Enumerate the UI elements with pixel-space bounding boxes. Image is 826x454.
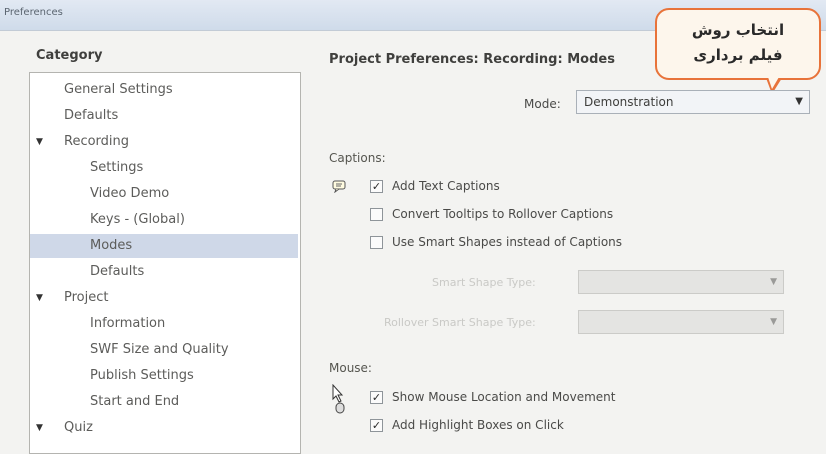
tree-item-label: Project: [64, 290, 109, 305]
show-mouse-location-label: Show Mouse Location and Movement: [392, 390, 616, 404]
tree-item[interactable]: Defaults: [30, 104, 298, 128]
tree-item[interactable]: Publish Settings: [30, 364, 298, 388]
tree-item-label: Start and End: [90, 394, 180, 409]
tree-item-label: Keys - (Global): [90, 212, 185, 227]
tree-item[interactable]: Defaults: [30, 260, 298, 284]
tree-expand-arrow-icon[interactable]: ▼: [36, 286, 43, 310]
tree-item-label: Modes: [90, 238, 133, 253]
category-tree[interactable]: General Settings Defaults ▼ Recording Settin…: [29, 72, 301, 454]
chevron-down-icon: ▼: [795, 96, 803, 107]
mouse-icon: [332, 384, 345, 414]
add-text-captions-label: Add Text Captions: [392, 179, 500, 193]
use-smart-shapes-label: Use Smart Shapes instead of Captions: [392, 235, 623, 249]
caption-icon: [332, 180, 346, 193]
tree-item[interactable]: ▼ Quiz: [30, 416, 298, 440]
tree-item[interactable]: ▼ Project: [30, 286, 298, 310]
tree-item-label: Defaults: [64, 108, 119, 123]
chevron-down-icon: ▼: [770, 277, 777, 287]
tree-item[interactable]: General Settings: [30, 78, 298, 102]
callout-line-2: فیلم برداری: [693, 46, 783, 64]
tree-item-label: SWF Size and Quality: [90, 342, 229, 357]
tree-item-label: General Settings: [64, 82, 173, 97]
tree-item-label: Quiz: [64, 420, 93, 435]
show-mouse-location-checkbox[interactable]: ✓: [370, 391, 383, 404]
mode-select[interactable]: Demonstration ▼: [576, 90, 810, 114]
section-title: Project Preferences: Recording: Modes: [329, 52, 615, 67]
annotation-callout: انتخاب روش فیلم برداری: [655, 8, 821, 80]
chevron-down-icon: ▼: [770, 317, 777, 327]
add-highlight-boxes-checkbox[interactable]: ✓: [370, 419, 383, 432]
convert-tooltips-label: Convert Tooltips to Rollover Captions: [392, 207, 614, 221]
rollover-smart-shape-type-select: ▼: [578, 310, 784, 334]
tree-expand-arrow-icon[interactable]: ▼: [36, 416, 43, 440]
mode-select-value: Demonstration: [584, 95, 674, 109]
window-title: Preferences: [4, 7, 63, 18]
callout-tail-inner: [768, 77, 779, 89]
captions-group-label: Captions:: [329, 151, 386, 165]
tree-item-label: Video Demo: [90, 186, 170, 201]
tree-item[interactable]: ▼ Recording: [30, 130, 298, 154]
tree-item-label: Defaults: [90, 264, 145, 279]
tree-item[interactable]: Start and End: [30, 390, 298, 414]
category-heading: Category: [36, 48, 103, 63]
convert-tooltips-checkbox[interactable]: [370, 208, 383, 221]
smart-shape-type-select: ▼: [578, 270, 784, 294]
smart-shape-type-label: Smart Shape Type:: [432, 276, 536, 289]
rollover-smart-shape-type-label: Rollover Smart Shape Type:: [384, 316, 536, 329]
tree-item-label: Information: [90, 316, 166, 331]
tree-item[interactable]: SWF Size and Quality: [30, 338, 298, 362]
tree-item-label: Recording: [64, 134, 130, 149]
tree-expand-arrow-icon[interactable]: ▼: [36, 130, 43, 154]
mode-label: Mode:: [524, 97, 561, 111]
tree-item[interactable]: Settings: [30, 156, 298, 180]
use-smart-shapes-checkbox[interactable]: [370, 236, 383, 249]
mouse-group-label: Mouse:: [329, 361, 372, 375]
tree-item[interactable]: Keys - (Global): [30, 208, 298, 232]
tree-item[interactable]: Information: [30, 312, 298, 336]
tree-item[interactable]: Video Demo: [30, 182, 298, 206]
callout-line-1: انتخاب روش: [691, 21, 785, 39]
tree-item[interactable]: Modes: [30, 234, 298, 258]
add-highlight-boxes-label: Add Highlight Boxes on Click: [392, 418, 564, 432]
tree-item-label: Publish Settings: [90, 368, 194, 383]
tree-item-label: Settings: [90, 160, 144, 175]
add-text-captions-checkbox[interactable]: ✓: [370, 180, 383, 193]
